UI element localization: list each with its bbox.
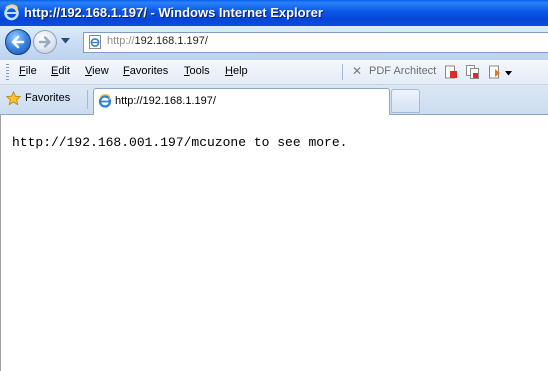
forward-button[interactable] — [33, 30, 57, 54]
pdf-convert-icon[interactable] — [444, 65, 458, 79]
pdf-merge-icon[interactable] — [466, 65, 480, 79]
page-body-text: http://192.168.001.197/mcuzone to see mo… — [12, 135, 348, 150]
address-bar[interactable]: http://192.168.1.197/ — [83, 32, 548, 53]
tab-label: http://192.168.1.197/ — [115, 95, 216, 107]
address-protocol: http:// — [107, 35, 135, 47]
navigation-bar: http://192.168.1.197/ — [0, 26, 548, 60]
tab-current[interactable]: http://192.168.1.197/ — [93, 88, 390, 115]
forward-arrow-icon — [38, 36, 51, 48]
menu-tools[interactable]: Tools — [184, 65, 210, 77]
address-host: 192.168.1.197/ — [134, 35, 208, 47]
tab-bar: Favorites http://192.168.1.197/ — [0, 85, 548, 115]
menu-file[interactable]: File — [19, 65, 37, 77]
star-icon[interactable] — [6, 91, 21, 106]
window-title: http://192.168.1.197/ - Windows Internet… — [24, 5, 323, 20]
pdf-architect-label[interactable]: PDF Architect — [369, 65, 436, 77]
back-button[interactable] — [5, 29, 31, 55]
back-arrow-icon — [11, 35, 25, 49]
menu-help[interactable]: Help — [225, 65, 248, 77]
title-bar[interactable]: http://192.168.1.197/ - Windows Internet… — [0, 0, 548, 26]
menu-favorites[interactable]: Favorites — [123, 65, 168, 77]
menu-edit[interactable]: Edit — [51, 65, 70, 77]
favorites-separator — [87, 90, 88, 109]
menu-view[interactable]: View — [85, 65, 109, 77]
close-icon[interactable]: ✕ — [352, 64, 362, 78]
ie-logo-icon — [4, 4, 19, 21]
recent-pages-dropdown-icon[interactable] — [61, 38, 70, 44]
menu-bar: File Edit View Favorites Tools Help ✕ PD… — [0, 60, 548, 85]
favorites-button[interactable]: Favorites — [25, 92, 70, 104]
toolbar-separator — [342, 64, 343, 80]
address-text[interactable]: http://192.168.1.197/ — [107, 35, 208, 47]
page-content: http://192.168.001.197/mcuzone to see mo… — [0, 115, 548, 371]
chevron-down-icon[interactable] — [505, 71, 512, 76]
ie-logo-icon — [98, 94, 112, 108]
pdf-options-icon[interactable] — [488, 65, 502, 79]
new-tab-button[interactable] — [391, 89, 420, 113]
toolbar-grip[interactable] — [6, 64, 9, 80]
page-icon — [89, 35, 101, 49]
